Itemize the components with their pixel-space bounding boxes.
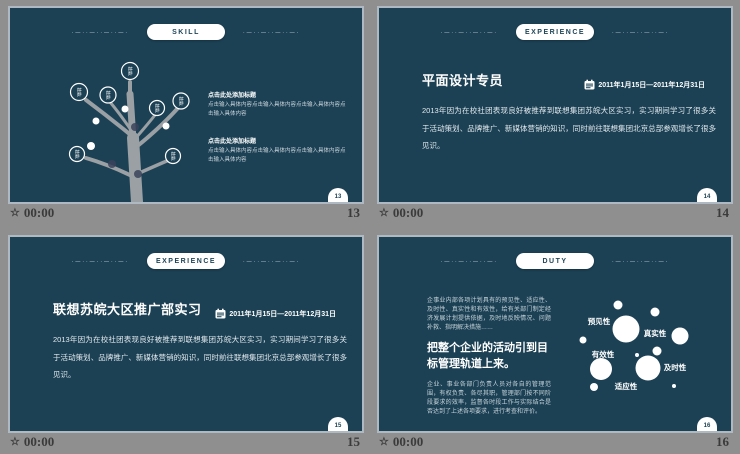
tree-node-label: 技能 [178, 97, 185, 106]
deco-dashes-left: ·—··—··—··—· [71, 259, 129, 265]
calendar-icon [215, 308, 226, 319]
slide-timing: 00:00 [23, 434, 55, 449]
deco-dashes-right: ·—··—··—··—· [243, 259, 301, 265]
sorter-footer-14: ☆ 00:00 14 [377, 201, 733, 225]
job-description: 2013年因为在校社团表现良好被推荐到联想集团苏皖大区实习，实习期间学习了很多关… [53, 335, 347, 380]
slide-thumbnail-14[interactable]: ·—··—··—··—· EXPERIENCE ·—··—··—··—· 平面设… [377, 6, 733, 204]
slide-index: 15 [347, 434, 360, 449]
transition-star-icon[interactable]: ☆ [10, 436, 20, 448]
block-heading: 点击此处添加标题 [208, 93, 257, 99]
employment-dates: 2011年1月15日—2011年12月31日 [229, 310, 336, 318]
slide-number-badge: 13 [328, 188, 348, 202]
bubble-label-adaptability: 适应性 [615, 381, 638, 391]
slide-thumbnail-16[interactable]: ·—··—··—··—· DUTY ·—··—··—··—· 企事业内部各项计划… [377, 235, 733, 433]
transition-star-icon[interactable]: ☆ [379, 207, 389, 219]
date-row: 2011年1月15日—2011年12月31日 [584, 79, 705, 90]
tab-label: EXPERIENCE [524, 28, 586, 36]
tab-label: EXPERIENCE [155, 257, 217, 265]
bubble-label-foresight: 预见性 [588, 316, 611, 326]
employment-dates: 2011年1月15日—2011年12月31日 [598, 81, 705, 89]
transition-star-icon[interactable]: ☆ [10, 207, 20, 219]
sorter-footer-13: ☆ 00:00 13 [8, 201, 364, 225]
tab-experience[interactable]: EXPERIENCE [147, 253, 225, 269]
bubble-circles [579, 300, 689, 391]
sorter-footer-16: ☆ 00:00 16 [377, 430, 733, 454]
slide-index: 16 [716, 434, 729, 449]
deco-dashes-right: ·—··—··—··—· [612, 30, 670, 36]
tree-node-label: 技能 [74, 150, 81, 159]
slide-header: ·—··—··—··—· EXPERIENCE ·—··—··—··—· [10, 253, 362, 269]
sorter-footer-15: ☆ 00:00 15 [8, 430, 364, 454]
bubble-label-authenticity: 真实性 [644, 328, 667, 338]
slide-timing: 00:00 [392, 434, 424, 449]
text-block-2: 点击此处添加标题 点击输入具体内容点击输入具体内容点击输入具体内容点击输入具体内… [208, 136, 350, 164]
block-body: 点击输入具体内容点击输入具体内容点击输入具体内容点击输入具体内容 [208, 148, 346, 163]
slide-number-badge: 15 [328, 417, 348, 431]
tree-node-label: 技能 [105, 91, 112, 100]
date-row: 2011年1月15日—2011年12月31日 [215, 308, 336, 319]
tree-node-label: 技能 [76, 88, 83, 97]
slide-index: 13 [347, 205, 360, 220]
job-title: 联想苏皖大区推广部实习 [53, 302, 202, 317]
slide-sorter-view: ·—··—··—··—· SKILL ·—··—··—··—· 技能 技能 技能… [0, 0, 740, 453]
tree-node-label: 技能 [154, 104, 161, 113]
bubble-label-effectiveness: 有效性 [592, 349, 615, 359]
duty-bubble-chart: 预见性 真实性 有效性 及时性 适应性 [579, 300, 689, 391]
slide-number-badge: 16 [697, 417, 717, 431]
slide-number-badge: 14 [697, 188, 717, 202]
slide-thumbnail-15[interactable]: ·—··—··—··—· EXPERIENCE ·—··—··—··—· 联想苏… [8, 235, 364, 433]
job-title: 平面设计专员 [422, 73, 504, 88]
tree-node-label: 技能 [170, 152, 177, 161]
tab-experience[interactable]: EXPERIENCE [516, 24, 594, 40]
block-body: 点击输入具体内容点击输入具体内容点击输入具体内容点击输入具体内容 [208, 102, 346, 117]
block-heading: 点击此处添加标题 [208, 139, 257, 145]
slide-timing: 00:00 [392, 205, 424, 220]
deco-dashes-left: ·—··—··—··—· [440, 30, 498, 36]
job-description: 2013年因为在校社团表现良好被推荐到联想集团苏皖大区实习，实习期间学习了很多关… [422, 106, 716, 151]
text-block-1: 点击此处添加标题 点击输入具体内容点击输入具体内容点击输入具体内容点击输入具体内… [208, 90, 350, 118]
slide-header: ·—··—··—··—· EXPERIENCE ·—··—··—··—· [379, 24, 731, 40]
slide-timing: 00:00 [23, 205, 55, 220]
slide-index: 14 [716, 205, 729, 220]
transition-star-icon[interactable]: ☆ [379, 436, 389, 448]
calendar-icon [584, 79, 595, 90]
bubble-label-timeliness: 及时性 [664, 362, 687, 372]
slide-thumbnail-13[interactable]: ·—··—··—··—· SKILL ·—··—··—··—· 技能 技能 技能… [8, 6, 364, 204]
tree-node-label: 技能 [127, 67, 134, 76]
